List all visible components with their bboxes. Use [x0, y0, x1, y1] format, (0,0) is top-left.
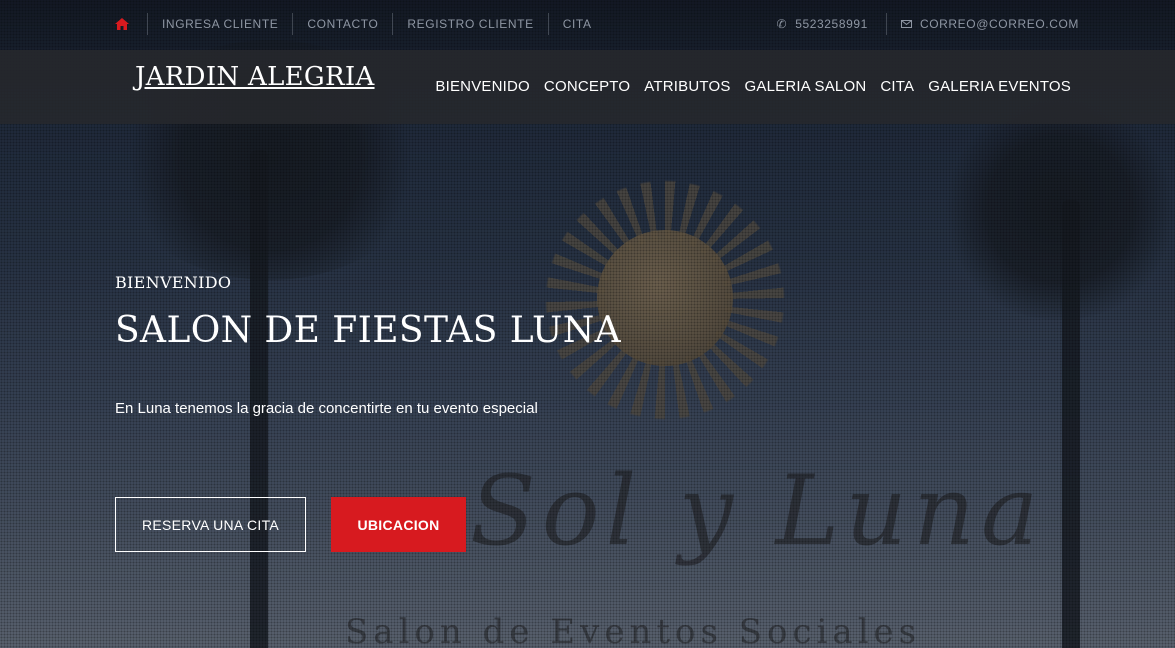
hero-description: En Luna tenemos la gracia de concentirte… — [115, 400, 538, 417]
sun-rays — [520, 180, 810, 420]
topbar-link-cita[interactable]: CITA — [547, 13, 606, 35]
topbar-link-ingresa-cliente[interactable]: INGRESA CLIENTE — [147, 13, 292, 35]
sign-subtitle-decoration: Salon de Eventos Sociales — [345, 612, 922, 648]
topbar-link-contacto[interactable]: CONTACTO — [292, 13, 392, 35]
main-navbar: JARDIN ALEGRIA BIENVENIDO CONCEPTO ATRIB… — [0, 50, 1175, 124]
location-button[interactable]: UBICACION — [331, 497, 466, 552]
palm-trunk-right — [1062, 200, 1080, 648]
nav-link-galeria-salon[interactable]: GALERIA SALON — [745, 78, 867, 95]
phone-number: 5523258991 — [795, 17, 868, 31]
palm-trunk-left — [250, 150, 268, 648]
nav-link-atributos[interactable]: ATRIBUTOS — [644, 78, 730, 95]
palm-crown-right — [940, 100, 1175, 320]
email-contact[interactable]: CORREO@CORREO.COM — [885, 13, 1093, 35]
nav-link-concepto[interactable]: CONCEPTO — [544, 78, 630, 95]
sun-emblem — [520, 180, 810, 420]
topbar-link-registro-cliente[interactable]: REGISTRO CLIENTE — [392, 13, 547, 35]
reserve-appointment-button[interactable]: RESERVA UNA CITA — [115, 497, 306, 552]
brand-logo[interactable]: JARDIN ALEGRIA — [135, 62, 375, 92]
nav-link-cita[interactable]: CITA — [880, 78, 914, 95]
sign-script-decoration: Sol y Luna — [470, 455, 1045, 567]
nav-link-bienvenido[interactable]: BIENVENIDO — [435, 78, 530, 95]
nav-link-galeria-eventos[interactable]: GALERIA EVENTOS — [928, 78, 1071, 95]
phone-contact: ✆ 5523258991 — [777, 13, 886, 35]
topbar-links: INGRESA CLIENTE CONTACTO REGISTRO CLIENT… — [115, 13, 606, 35]
main-nav: BIENVENIDO CONCEPTO ATRIBUTOS GALERIA SA… — [435, 78, 1071, 95]
home-icon — [115, 18, 129, 30]
envelope-icon — [900, 20, 912, 28]
email-address: CORREO@CORREO.COM — [919, 17, 1079, 31]
topbar-contact: ✆ 5523258991 CORREO@CORREO.COM — [777, 13, 1093, 35]
hero-eyebrow: BIENVENIDO — [115, 273, 232, 292]
hero-title: SALON DE FIESTAS LUNA — [115, 310, 622, 351]
phone-icon: ✆ — [776, 17, 788, 31]
top-info-bar: INGRESA CLIENTE CONTACTO REGISTRO CLIENT… — [0, 0, 1175, 48]
home-link[interactable] — [115, 13, 147, 35]
